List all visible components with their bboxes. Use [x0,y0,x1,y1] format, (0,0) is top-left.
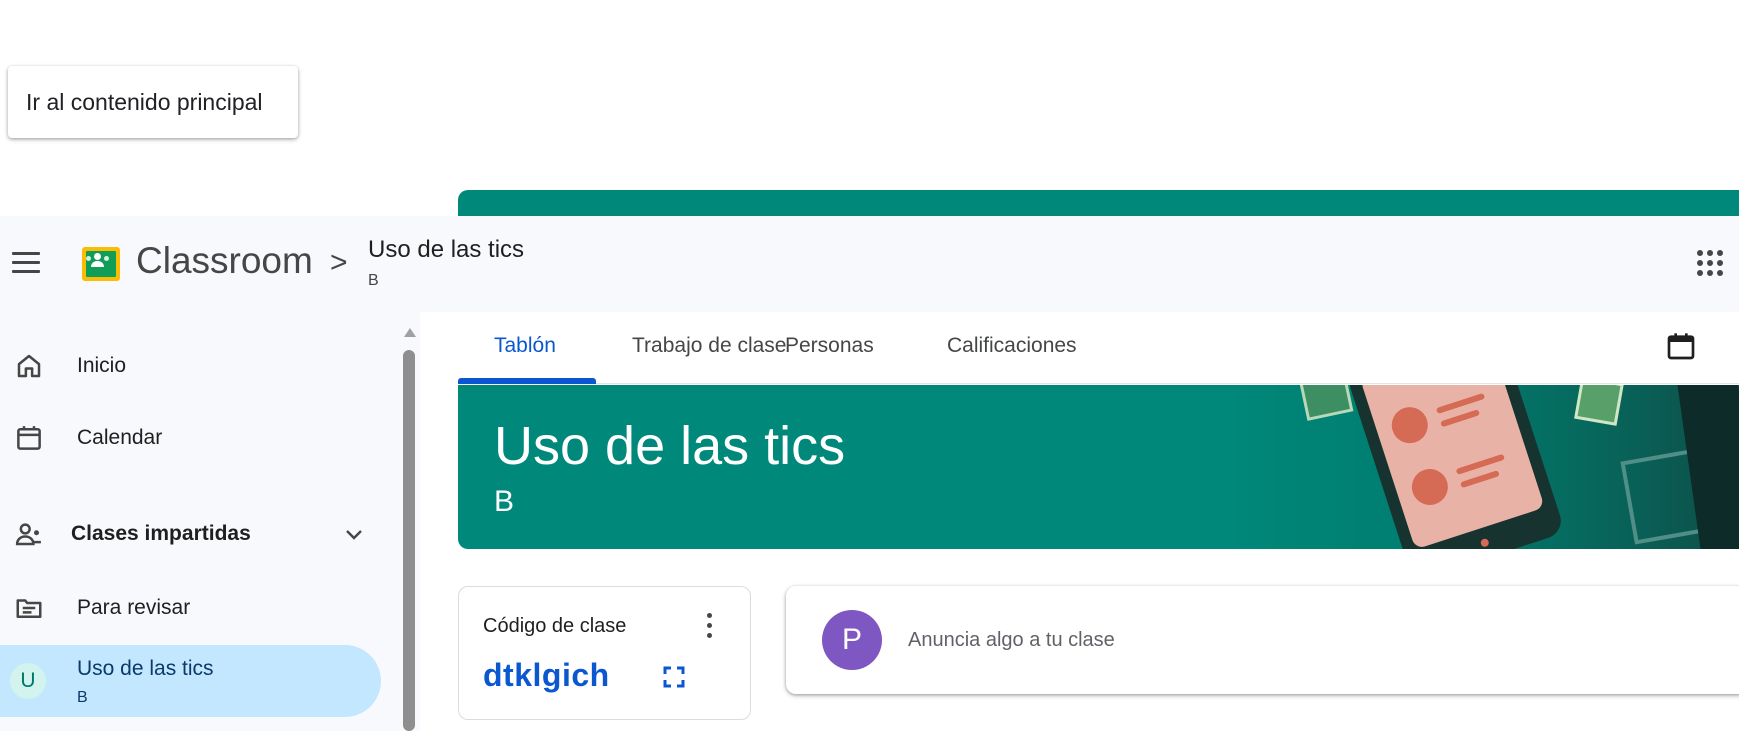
review-icon [16,599,42,618]
top-app-bar: Classroom > Uso de las tics B [0,216,1739,312]
hamburger-menu-icon[interactable] [12,252,40,276]
banner-class-section: B [494,485,515,518]
sidebar-item-uso-de-las-tics[interactable]: U Uso de las tics B [0,645,381,717]
class-banner: Uso de las tics B [458,385,1739,549]
sidebar-item-label: Inicio [77,354,127,377]
class-avatar: U [10,663,46,699]
sidebar-item-label: Uso de las tics [77,657,214,680]
breadcrumb-class-section: B [368,272,379,289]
scroll-up-arrow-icon[interactable] [404,328,416,337]
banner-class-title: Uso de las tics [494,416,846,476]
class-code-value[interactable]: dtklgich [483,657,610,694]
calendar-icon [17,426,41,450]
main-content: Tablón Trabajo de clase Personas Calific… [420,312,1739,731]
sidebar-item-calendar[interactable]: Calendar [0,404,380,472]
tab-trabajo-de-clase[interactable]: Trabajo de clase [632,334,786,358]
google-calendar-icon[interactable] [1665,330,1697,362]
teaching-icon [15,523,41,546]
sidebar-section-label: Clases impartidas [71,522,251,545]
sidebar-item-label: Para revisar [77,596,191,619]
skip-to-main-content-link[interactable]: Ir al contenido principal [8,66,298,138]
tab-tablon[interactable]: Tablón [494,334,556,358]
sidebar-item-section: B [77,689,88,706]
more-vert-icon[interactable] [707,613,715,641]
tab-personas[interactable]: Personas [785,334,874,358]
fullscreen-icon[interactable] [662,665,686,689]
chevron-down-icon[interactable] [342,522,366,546]
announce-placeholder[interactable]: Anuncia algo a tu clase [908,629,1115,652]
sidebar-section-clases-impartidas[interactable]: Clases impartidas [0,500,380,568]
banner-illustration [1219,385,1739,549]
classroom-page: Classroom > Uso de las tics B Inicio Cal… [0,0,1739,731]
sidebar-item-para-revisar[interactable]: Para revisar [0,574,380,642]
class-code-label: Código de clase [483,615,627,637]
user-avatar: P [822,610,882,670]
google-apps-icon[interactable] [1697,250,1723,276]
class-code-card: Código de clase dtklgich [458,586,751,720]
tab-calificaciones[interactable]: Calificaciones [947,334,1077,358]
breadcrumb-class-title[interactable]: Uso de las tics [368,236,524,264]
active-tab-indicator [458,378,596,384]
sidebar-item-label: Calendar [77,426,163,449]
sidebar-scrollbar[interactable] [402,312,416,731]
class-tabs: Tablón Trabajo de clase Personas Calific… [458,312,1739,384]
scroll-thumb[interactable] [403,350,415,731]
sidebar: Inicio Calendar Clases impartidas Para r… [0,312,420,731]
sidebar-item-inicio[interactable]: Inicio [0,332,380,400]
app-name[interactable]: Classroom [136,240,313,282]
home-icon [17,354,41,378]
classroom-logo-icon[interactable] [82,247,120,281]
breadcrumb-separator: > [330,246,348,279]
announce-box[interactable]: P Anuncia algo a tu clase [786,586,1739,694]
